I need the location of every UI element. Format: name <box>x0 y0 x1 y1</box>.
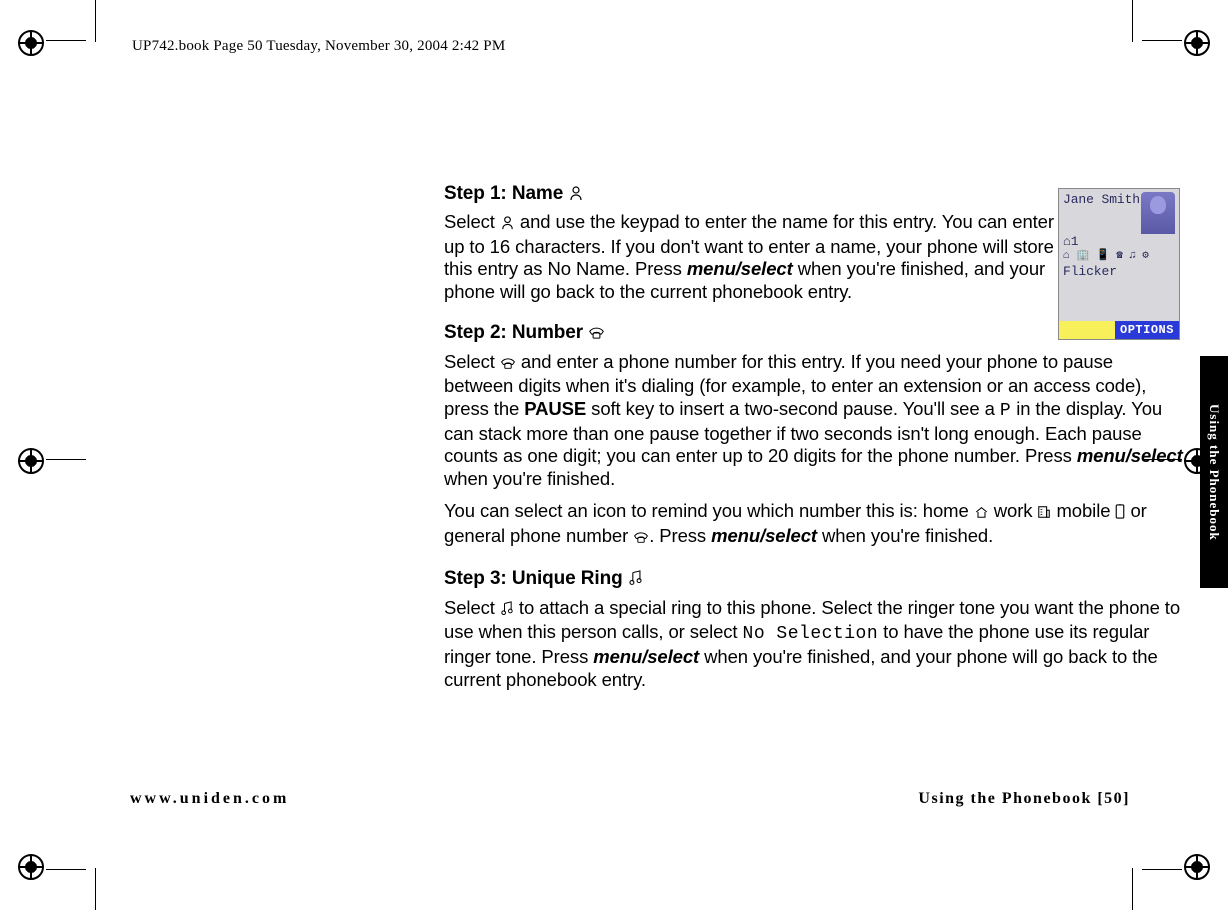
contact-name: Jane Smith <box>1063 192 1140 208</box>
step3-body: Select to attach a special ring to this … <box>444 597 1184 692</box>
crop-mark-icon <box>18 30 44 56</box>
phone-row: ⌂ 🏢 📱 ☎ ♫ ⚙ <box>1063 250 1175 264</box>
phone-screenshot: Jane Smith ⌂1 ⌂ 🏢 📱 ☎ ♫ ⚙ Flicker OPTION… <box>1058 188 1180 340</box>
text: when you're finished. <box>444 468 615 489</box>
work-icon <box>1037 502 1051 525</box>
crop-mark-icon <box>18 448 44 474</box>
crop-mark-icon <box>1184 854 1210 880</box>
key-label: menu/select <box>1077 445 1183 466</box>
text: soft key to insert a two-second pause. Y… <box>586 398 1000 419</box>
crop-mark-icon <box>18 854 44 880</box>
key-label: menu/select <box>711 525 817 546</box>
text: You can select an icon to remind you whi… <box>444 500 974 521</box>
body-text: Jane Smith ⌂1 ⌂ 🏢 📱 ☎ ♫ ⚙ Flicker OPTION… <box>444 164 1184 701</box>
key-label: menu/select <box>593 646 699 667</box>
telephone-icon <box>500 353 516 376</box>
crop-line <box>46 459 86 460</box>
telephone-icon <box>633 527 649 550</box>
text: Select <box>444 597 500 618</box>
step2-body-1: Select and enter a phone number for this… <box>444 351 1184 491</box>
key-label: menu/select <box>687 258 793 279</box>
step3-heading: Step 3: Unique Ring <box>444 567 1184 592</box>
crop-line <box>46 869 86 870</box>
text: work <box>989 500 1038 521</box>
music-note-icon <box>628 569 643 592</box>
text: Select <box>444 211 500 232</box>
softkey-left <box>1059 321 1115 339</box>
crop-line <box>1132 868 1133 910</box>
text: when you're finished. <box>817 525 993 546</box>
crop-mark-icon <box>1184 30 1210 56</box>
person-icon <box>500 213 515 236</box>
text: . Press <box>649 525 711 546</box>
page: UP742.book Page 50 Tuesday, November 30,… <box>90 24 1150 862</box>
text: Select <box>444 351 500 372</box>
step1-body: Select and use the keypad to enter the n… <box>444 211 1054 303</box>
crop-line <box>1142 869 1182 870</box>
page-header: UP742.book Page 50 Tuesday, November 30,… <box>132 38 505 55</box>
music-note-icon <box>500 599 514 622</box>
home-icon <box>974 502 989 525</box>
key-label: PAUSE <box>524 398 586 419</box>
mobile-icon <box>1115 502 1125 525</box>
phone-row: Flicker <box>1063 264 1175 280</box>
softkey-options: OPTIONS <box>1115 321 1179 339</box>
crop-line <box>46 40 86 41</box>
phone-row: ⌂1 <box>1063 234 1175 250</box>
crop-line <box>95 868 96 910</box>
step2-title: Step 2: Number <box>444 322 588 343</box>
display-text: No Selection <box>743 624 879 644</box>
step2-body-2: You can select an icon to remind you whi… <box>444 500 1184 549</box>
telephone-icon <box>588 323 605 346</box>
person-icon <box>568 184 584 207</box>
step3-title: Step 3: Unique Ring <box>444 568 628 589</box>
page-footer: www.uniden.com Using the Phonebook [50] <box>90 790 1150 808</box>
text: mobile <box>1051 500 1115 521</box>
display-char: P <box>1000 401 1011 421</box>
step1-title: Step 1: Name <box>444 183 568 204</box>
footer-url: www.uniden.com <box>130 790 289 808</box>
avatar-icon <box>1141 192 1175 234</box>
side-tab: Using the Phonebook <box>1200 356 1228 588</box>
footer-title: Using the Phonebook [50] <box>918 790 1130 808</box>
